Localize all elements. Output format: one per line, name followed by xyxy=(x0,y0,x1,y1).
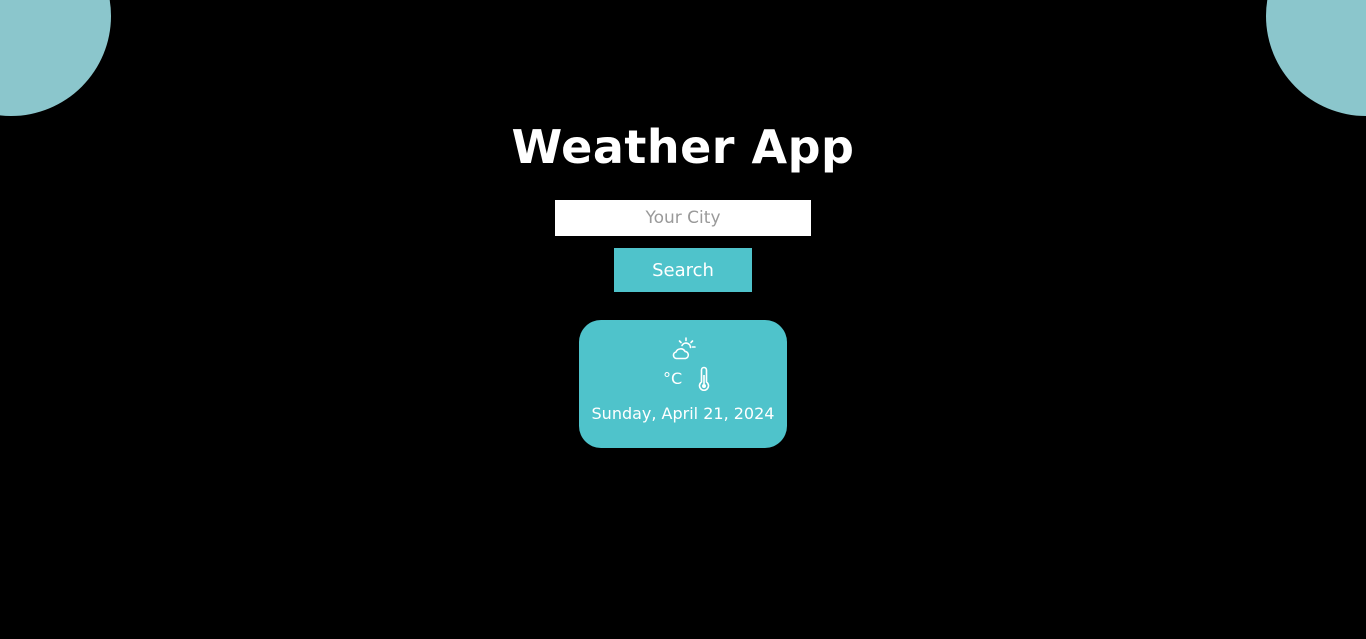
temperature-unit: °C xyxy=(663,369,683,388)
search-button[interactable]: Search xyxy=(614,248,752,292)
decorative-circle-top-right xyxy=(1266,0,1366,116)
city-search-input[interactable] xyxy=(555,200,811,236)
decorative-circle-top-left xyxy=(0,0,111,116)
weather-app-page: Weather App Search °C Sunday, April 21, … xyxy=(0,0,1366,639)
cloud-sun-icon xyxy=(672,337,696,360)
temperature-row: °C xyxy=(579,366,787,394)
page-title: Weather App xyxy=(511,120,855,174)
thermometer-icon xyxy=(698,366,710,391)
weather-card: °C Sunday, April 21, 2024 xyxy=(579,320,787,448)
current-date: Sunday, April 21, 2024 xyxy=(591,404,775,423)
